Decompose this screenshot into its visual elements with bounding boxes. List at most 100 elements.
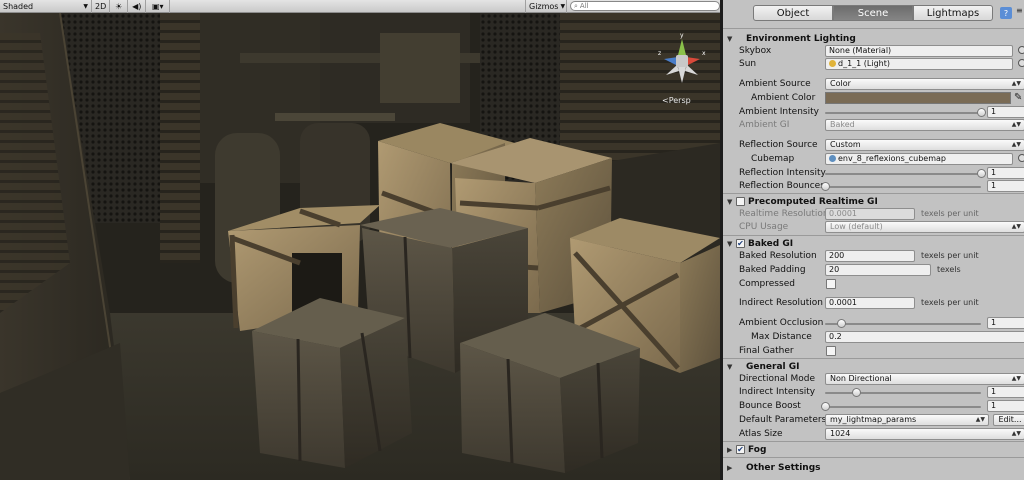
bounce-boost-field[interactable]: 1 bbox=[987, 400, 1024, 412]
default-parameters-dropdown[interactable]: my_lightmap_params ▲▼ bbox=[825, 414, 989, 426]
cpu-usage-dropdown[interactable]: Low (default) ▲▼ bbox=[825, 221, 1024, 233]
precomputed-gi-header[interactable]: ▼ Precomputed Realtime GI bbox=[724, 195, 1024, 208]
general-gi-header[interactable]: ▼ General GI bbox=[724, 360, 1024, 373]
dropdown-arrow-icon: ▲▼ bbox=[1011, 80, 1021, 87]
edit-parameters-button[interactable]: Edit... bbox=[993, 414, 1024, 426]
shading-mode-dropdown[interactable]: Shaded ▼ bbox=[0, 0, 92, 13]
reflection-bounces-slider-track[interactable] bbox=[825, 186, 981, 188]
gizmo-z-cone[interactable] bbox=[664, 57, 678, 65]
lighting-tabs: Object Scene Lightmaps bbox=[753, 5, 993, 21]
final-gather-label: Final Gather bbox=[739, 346, 794, 356]
object-picker-icon[interactable] bbox=[1018, 154, 1024, 162]
ambient-intensity-field[interactable]: 1 bbox=[987, 106, 1024, 118]
sun-label: Sun bbox=[739, 59, 757, 69]
reflection-intensity-row: Reflection Intensity 1 bbox=[723, 167, 1024, 180]
ambient-source-dropdown[interactable]: Color ▲▼ bbox=[825, 78, 1024, 90]
baked-gi-checkbox[interactable]: ✔ bbox=[736, 239, 745, 248]
bounce-boost-slider-track[interactable] bbox=[825, 406, 981, 408]
reflection-bounces-slider-thumb[interactable] bbox=[821, 182, 830, 191]
gizmo-x-cone[interactable] bbox=[686, 57, 700, 65]
cubemap-icon bbox=[829, 155, 836, 162]
section-title: Environment Lighting bbox=[746, 33, 856, 44]
indirect-intensity-value: 1 bbox=[991, 387, 997, 396]
atlas-size-dropdown[interactable]: 1024 ▲▼ bbox=[825, 428, 1024, 440]
gizmos-dropdown[interactable]: Gizmos ▼ bbox=[525, 0, 567, 13]
ambient-occlusion-slider-track[interactable] bbox=[825, 323, 981, 325]
reflection-intensity-field[interactable]: 1 bbox=[987, 167, 1024, 179]
sun-field[interactable]: d_1_1 (Light) bbox=[825, 58, 1013, 70]
atlas-size-row: Atlas Size 1024 ▲▼ bbox=[723, 428, 1024, 441]
ambient-intensity-slider-thumb[interactable] bbox=[977, 108, 986, 117]
reflection-source-value: Custom bbox=[830, 140, 861, 149]
reflection-source-dropdown[interactable]: Custom ▲▼ bbox=[825, 139, 1024, 151]
gizmo-y-label: y bbox=[680, 32, 684, 39]
directional-mode-dropdown[interactable]: Non Directional ▲▼ bbox=[825, 373, 1024, 385]
tab-object[interactable]: Object bbox=[753, 5, 833, 21]
baked-padding-field[interactable]: 20 bbox=[825, 264, 931, 276]
dropdown-arrow-icon: ▲▼ bbox=[1011, 375, 1021, 382]
foldout-open-icon: ▼ bbox=[727, 362, 733, 371]
scene-effects-toggle[interactable]: ▣▾ bbox=[146, 0, 171, 13]
final-gather-checkbox[interactable] bbox=[826, 346, 836, 356]
baked-resolution-field[interactable]: 200 bbox=[825, 250, 915, 262]
reflection-source-label: Reflection Source bbox=[739, 140, 818, 150]
indirect-resolution-label: Indirect Resolution bbox=[739, 298, 823, 308]
panel-menu-icon[interactable]: ≡ bbox=[1016, 6, 1023, 15]
compressed-checkbox[interactable] bbox=[826, 279, 836, 289]
eyedropper-icon[interactable]: ✎ bbox=[1014, 92, 1022, 103]
indirect-intensity-row: Indirect Intensity 1 bbox=[723, 386, 1024, 399]
ambient-color-row: Ambient Color ✎ bbox=[723, 92, 1024, 105]
gizmo-z-label: z bbox=[658, 50, 661, 57]
divider bbox=[723, 28, 1024, 29]
gizmos-label: Gizmos bbox=[529, 1, 559, 11]
scene-view[interactable]: Shaded ▼ 2D ☀ ◀) ▣▾ Gizmos ▼ ⌕ All y z x… bbox=[0, 0, 720, 480]
ambient-intensity-slider-track[interactable] bbox=[825, 112, 981, 114]
environment-lighting-header[interactable]: ▼ Environment Lighting bbox=[724, 32, 1024, 45]
tab-lightmaps[interactable]: Lightmaps bbox=[913, 5, 993, 21]
final-gather-row: Final Gather bbox=[723, 345, 1024, 358]
reflection-intensity-slider-thumb[interactable] bbox=[977, 169, 986, 178]
max-distance-field[interactable]: 0.2 bbox=[825, 331, 1024, 343]
gizmo-y-cone[interactable] bbox=[678, 39, 686, 55]
foldout-closed-icon: ▶ bbox=[727, 445, 733, 454]
object-picker-icon[interactable] bbox=[1018, 59, 1024, 67]
indirect-intensity-field[interactable]: 1 bbox=[987, 386, 1024, 398]
foldout-open-icon: ▼ bbox=[727, 34, 733, 43]
scene-viewport[interactable]: y z x <Persp bbox=[0, 13, 720, 480]
ambient-color-swatch[interactable] bbox=[825, 92, 1011, 104]
ambient-occlusion-field[interactable]: 1 bbox=[987, 317, 1024, 329]
2d-toggle-label: 2D bbox=[95, 1, 107, 11]
indirect-resolution-field[interactable]: 0.0001 bbox=[825, 297, 915, 309]
cubemap-field[interactable]: env_8_reflexions_cubemap bbox=[825, 153, 1013, 165]
bounce-boost-label: Bounce Boost bbox=[739, 401, 801, 411]
reflection-intensity-slider-track[interactable] bbox=[825, 173, 981, 175]
realtime-resolution-field[interactable]: 0.0001 bbox=[825, 208, 915, 220]
max-distance-row: Max Distance 0.2 bbox=[723, 331, 1024, 344]
ambient-gi-dropdown[interactable]: Baked ▲▼ bbox=[825, 119, 1024, 131]
ambient-occlusion-slider-thumb[interactable] bbox=[836, 319, 846, 328]
tab-scene[interactable]: Scene bbox=[833, 5, 913, 21]
skybox-field[interactable]: None (Material) bbox=[825, 45, 1013, 57]
help-icon[interactable]: ? bbox=[1000, 7, 1012, 19]
precomputed-gi-checkbox[interactable] bbox=[736, 197, 745, 206]
object-picker-icon[interactable] bbox=[1018, 46, 1024, 54]
fog-header[interactable]: ▶ ✔ Fog bbox=[724, 443, 1024, 456]
2d-toggle-button[interactable]: 2D bbox=[92, 0, 111, 13]
bounce-boost-slider-thumb[interactable] bbox=[821, 402, 830, 411]
scene-search-input[interactable]: ⌕ All bbox=[570, 1, 720, 11]
scene-audio-toggle[interactable]: ◀) bbox=[128, 0, 147, 13]
baked-padding-label: Baked Padding bbox=[739, 265, 806, 275]
speaker-icon: ◀) bbox=[132, 1, 142, 11]
ambient-intensity-row: Ambient Intensity 1 bbox=[723, 106, 1024, 119]
scene-lighting-toggle[interactable]: ☀ bbox=[110, 0, 129, 13]
fog-checkbox[interactable]: ✔ bbox=[736, 445, 745, 454]
indirect-intensity-slider-track[interactable] bbox=[825, 392, 981, 394]
baked-gi-header[interactable]: ▼ ✔ Baked GI bbox=[724, 237, 1024, 250]
projection-label[interactable]: <Persp bbox=[662, 96, 691, 105]
other-settings-header[interactable]: ▶ Other Settings bbox=[724, 461, 1024, 474]
divider bbox=[723, 457, 1024, 458]
section-title: Baked GI bbox=[748, 238, 794, 249]
reflection-bounces-field[interactable]: 1 bbox=[987, 180, 1024, 192]
indirect-intensity-slider-thumb[interactable] bbox=[852, 388, 862, 397]
scene-orientation-gizmo[interactable]: y z x bbox=[652, 31, 712, 91]
